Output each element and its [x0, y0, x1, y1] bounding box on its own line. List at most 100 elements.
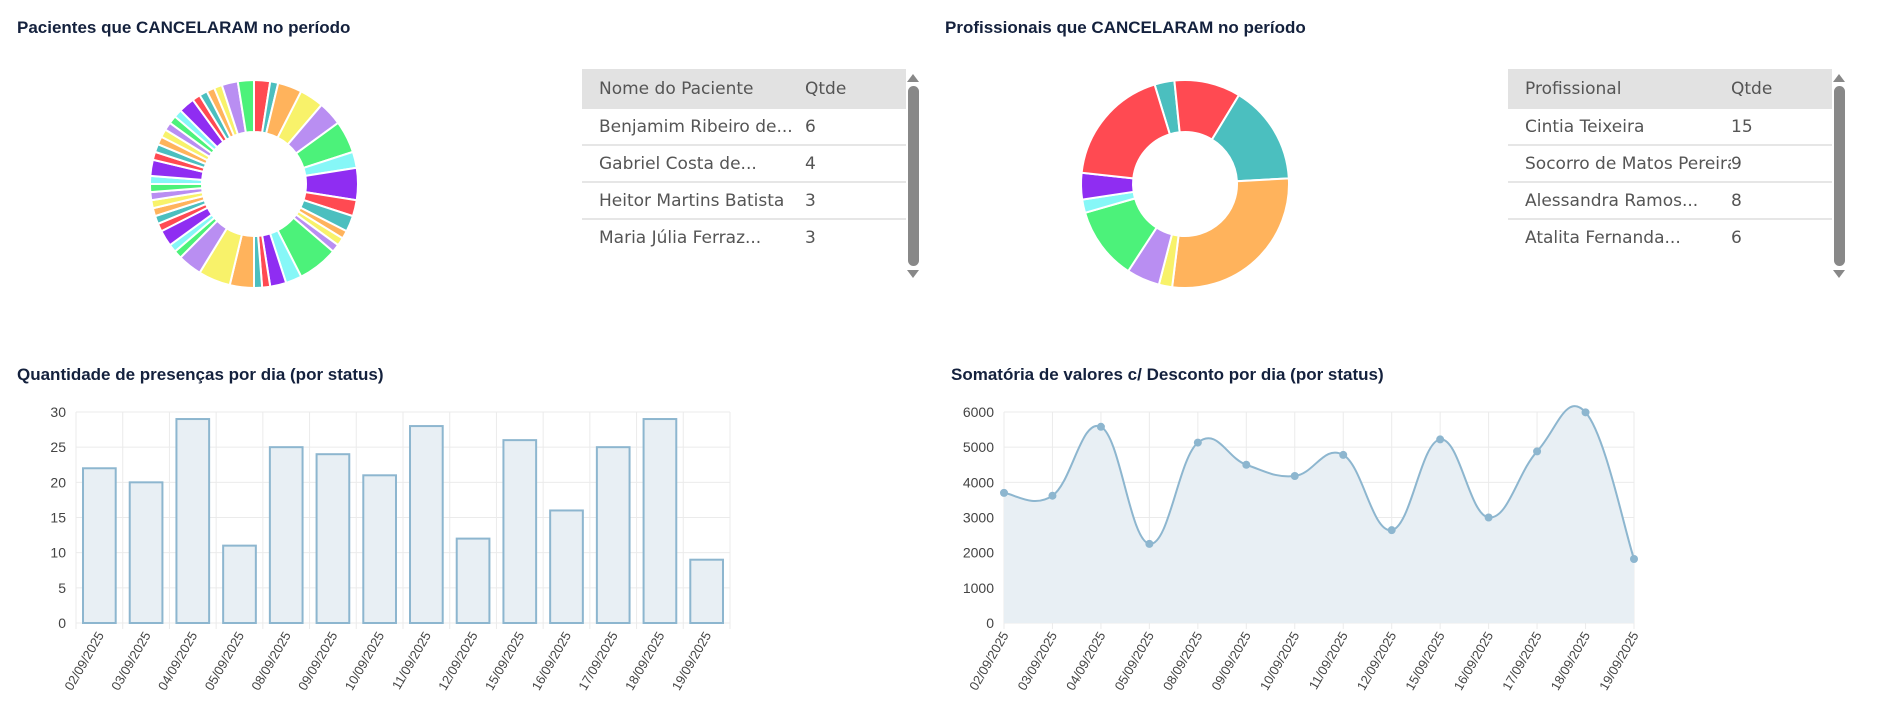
column-header-professional[interactable]: Profissional: [1508, 79, 1731, 99]
x-tick-label: 17/09/2025: [575, 629, 621, 693]
table-header: Profissional Qtde: [1508, 69, 1832, 109]
bar[interactable]: [689, 558, 724, 624]
y-tick-label: 4000: [963, 474, 994, 490]
table-row[interactable]: Heitor Martins Batista 3: [582, 183, 906, 220]
bar[interactable]: [222, 544, 257, 624]
x-tick-label: 19/09/2025: [1596, 629, 1642, 693]
patients-chart-title: Pacientes que CANCELARAM no período: [17, 18, 351, 37]
professional-name-cell: Cintia Teixeira: [1525, 116, 1645, 137]
data-point[interactable]: [1339, 450, 1348, 459]
table-row[interactable]: Benjamim Ribeiro de... 6: [582, 109, 906, 146]
bar[interactable]: [362, 474, 397, 624]
y-tick-label: 1000: [963, 580, 994, 596]
x-tick-label: 03/09/2025: [1015, 629, 1061, 693]
data-point[interactable]: [1387, 526, 1396, 535]
y-tick-label: 25: [50, 439, 66, 455]
x-tick-label: 02/09/2025: [61, 629, 107, 693]
y-tick-label: 2000: [963, 545, 994, 561]
patients-donut-chart[interactable]: [134, 64, 374, 304]
x-tick-label: 08/09/2025: [248, 629, 294, 693]
table-row[interactable]: Maria Júlia Ferraz... 3: [582, 220, 906, 255]
table-row[interactable]: Socorro de Matos Pereira 9: [1508, 146, 1832, 183]
y-tick-label: 5000: [963, 439, 994, 455]
qty-cell: 3: [805, 190, 816, 211]
table-header: Nome do Paciente Qtde: [582, 69, 906, 109]
data-point[interactable]: [1581, 408, 1590, 417]
x-tick-label: 10/09/2025: [342, 629, 388, 693]
data-point[interactable]: [1096, 422, 1105, 431]
bar[interactable]: [549, 509, 584, 624]
x-tick-label: 08/09/2025: [1160, 629, 1206, 693]
donut-slice[interactable]: [1170, 177, 1290, 289]
x-tick-label: 16/09/2025: [529, 629, 575, 693]
bar[interactable]: [315, 453, 351, 624]
professional-name-cell: Atalita Fernanda...: [1525, 227, 1681, 248]
values-area-chart: 0 1000 2000 3000 4000 5000 6000 02/09/2025 03/09…: [963, 404, 1642, 693]
patients-table-scrollbar[interactable]: [906, 74, 920, 278]
y-tick-label: 0: [986, 615, 994, 631]
bar[interactable]: [268, 446, 304, 624]
bar[interactable]: [455, 537, 491, 625]
x-tick-label: 04/09/2025: [1063, 629, 1109, 693]
donut-slice[interactable]: [1080, 83, 1172, 180]
x-tick-label: 10/09/2025: [1257, 629, 1303, 693]
x-tick-label: 15/09/2025: [1402, 629, 1448, 693]
y-tick-label: 0: [58, 615, 66, 631]
y-tick-label: 15: [50, 510, 66, 526]
qty-cell: 8: [1731, 190, 1742, 211]
bar[interactable]: [502, 439, 538, 625]
y-tick-label: 10: [50, 545, 66, 561]
scroll-down-arrow-icon[interactable]: [1833, 270, 1845, 278]
professionals-donut-chart[interactable]: [1065, 64, 1305, 304]
table-row[interactable]: Atalita Fernanda... 6: [1508, 220, 1832, 255]
scroll-up-arrow-icon[interactable]: [907, 74, 919, 82]
x-tick-label: 05/09/2025: [202, 629, 248, 693]
scroll-up-arrow-icon[interactable]: [1833, 74, 1845, 82]
table-row[interactable]: Cintia Teixeira 15: [1508, 109, 1832, 146]
x-tick-label: 15/09/2025: [482, 629, 528, 693]
professional-name-cell: Socorro de Matos Pereira: [1525, 153, 1731, 174]
qty-cell: 15: [1731, 116, 1753, 137]
x-tick-label: 02/09/2025: [966, 629, 1012, 693]
patient-name-cell: Heitor Martins Batista: [599, 190, 785, 211]
data-point[interactable]: [1630, 554, 1638, 563]
qty-cell: 6: [805, 116, 816, 137]
bar[interactable]: [409, 425, 444, 624]
y-tick-label: 20: [50, 474, 66, 490]
data-point[interactable]: [1533, 447, 1542, 456]
table-row[interactable]: Gabriel Costa de... 4: [582, 146, 906, 183]
professionals-table-scrollbar[interactable]: [1832, 74, 1846, 278]
data-point[interactable]: [1436, 435, 1445, 444]
qty-cell: 4: [805, 153, 816, 174]
y-tick-label: 5: [58, 580, 66, 596]
data-point[interactable]: [1290, 472, 1299, 481]
data-point[interactable]: [1145, 539, 1154, 548]
bar[interactable]: [82, 467, 117, 625]
column-header-patient-name[interactable]: Nome do Paciente: [582, 79, 805, 99]
scrollbar-thumb[interactable]: [907, 86, 919, 266]
patient-name-cell: Gabriel Costa de...: [599, 153, 757, 174]
professionals-table: Profissional Qtde Cintia Teixeira 15 Soc…: [1508, 69, 1832, 255]
area-fill: [1004, 406, 1634, 623]
table-row[interactable]: Alessandra Ramos... 8: [1508, 183, 1832, 220]
data-point[interactable]: [1484, 513, 1493, 522]
bar[interactable]: [128, 481, 164, 625]
y-tick-label: 6000: [963, 404, 994, 420]
professionals-chart-title: Profissionais que CANCELARAM no período: [945, 18, 1306, 37]
scrollbar-thumb[interactable]: [1833, 86, 1845, 266]
column-header-qty[interactable]: Qtde: [1731, 79, 1772, 99]
scroll-down-arrow-icon[interactable]: [907, 270, 919, 278]
data-point[interactable]: [1048, 491, 1057, 500]
column-header-qty[interactable]: Qtde: [805, 79, 846, 99]
x-tick-label: 19/09/2025: [669, 629, 715, 693]
bar[interactable]: [642, 418, 678, 624]
patient-name-cell: Benjamim Ribeiro de...: [599, 116, 793, 137]
x-tick-label: 16/09/2025: [1451, 629, 1497, 693]
bar[interactable]: [595, 446, 631, 624]
data-point[interactable]: [1242, 460, 1251, 469]
data-point[interactable]: [1193, 438, 1202, 447]
x-tick-label: 03/09/2025: [108, 629, 154, 693]
bar[interactable]: [175, 418, 211, 624]
professional-name-cell: Alessandra Ramos...: [1525, 190, 1699, 211]
data-point[interactable]: [1000, 488, 1008, 497]
